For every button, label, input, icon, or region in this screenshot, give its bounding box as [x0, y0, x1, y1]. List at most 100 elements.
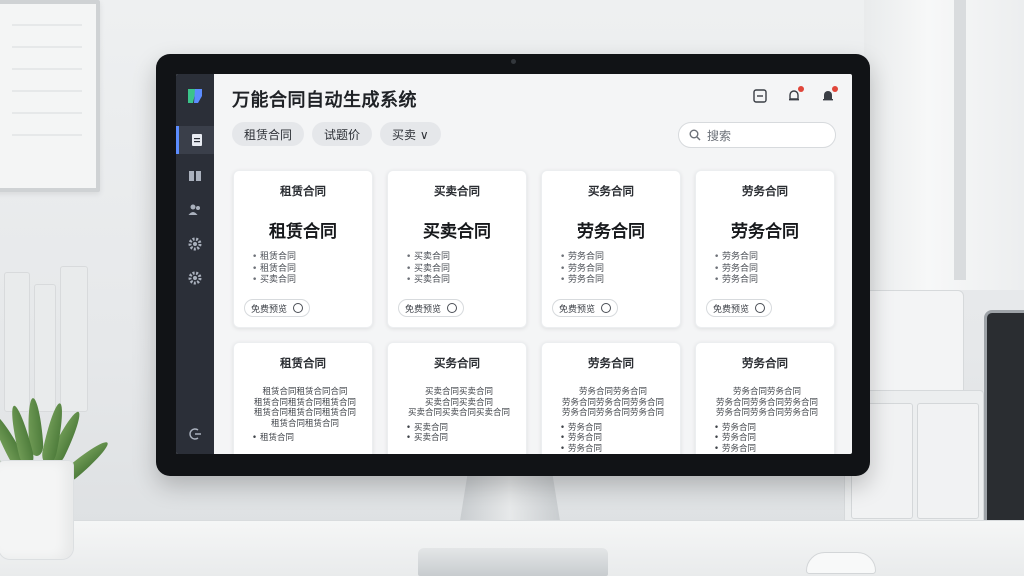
preview-button[interactable]: 免费预览: [244, 299, 311, 317]
search-icon: [689, 129, 701, 141]
body-line: 买卖合同买卖合同: [424, 387, 493, 397]
filter-chips: 租赁合同 试题价 买卖 ∨: [232, 122, 441, 146]
card-title: 劳务合同: [577, 222, 645, 242]
body-line: 租赁合同租赁合同: [270, 418, 339, 429]
clock-icon: [601, 303, 612, 313]
header-actions: [750, 86, 838, 106]
preview-button-label: 免费预览: [251, 304, 288, 315]
clock-icon: [755, 303, 766, 313]
sidebar-item-library[interactable]: [176, 162, 214, 190]
preview-button-label: 免费预览: [405, 304, 442, 315]
clock-icon: [447, 303, 458, 313]
monitor-base: [418, 548, 608, 576]
card-header: 买卖合同: [434, 184, 480, 198]
body-line: 租赁合同租赁合同租赁合同: [253, 397, 356, 408]
list-item: 买卖合同: [406, 264, 526, 276]
list-item: 劳务合同: [560, 444, 666, 455]
list-item: 买卖合同: [406, 433, 512, 444]
sidebar-item-settings[interactable]: [176, 264, 214, 292]
webcam: [511, 59, 516, 64]
settings-icon: [188, 271, 202, 285]
sidebar-item-logout[interactable]: [176, 420, 214, 448]
list-item: 劳务合同: [560, 252, 680, 264]
card-body: 劳务合同劳务合同 劳务合同劳务合同劳务合同 劳务合同劳务合同劳务合同 劳务合同 …: [714, 387, 820, 454]
list-item: 买卖合同: [406, 252, 526, 264]
sidebar-item-documents[interactable]: [176, 126, 214, 154]
preview-button[interactable]: 免费预览: [552, 299, 619, 317]
app-title: 万能合同自动生成系统: [232, 90, 417, 111]
gear-icon: [188, 237, 202, 251]
contract-card[interactable]: 买务合同 劳务合同 劳务合同 劳务合同 劳务合同 免费预览: [541, 170, 681, 328]
list-item: 租赁合同: [252, 252, 372, 264]
card-header: 买务合同: [434, 356, 480, 370]
card-list: 买卖合同 买卖合同 买卖合同: [406, 252, 526, 287]
users-icon: [188, 204, 200, 215]
card-header: 买务合同: [588, 184, 634, 198]
list-item: 劳务合同: [714, 433, 820, 444]
card-header: 劳务合同: [742, 356, 788, 370]
card-title: 劳务合同: [731, 222, 799, 242]
list-item: 劳务合同: [714, 252, 834, 264]
app-screen: 万能合同自动生成系统 租赁合同 试题价 买卖 ∨ 搜索 租赁合同 租赁合同 • …: [176, 74, 852, 454]
card-header: 劳务合同: [588, 356, 634, 370]
contract-card[interactable]: 租赁合同 租赁合同租赁合同合同 租赁合同租赁合同租赁合同 租赁合同租赁合同租赁合…: [233, 342, 373, 454]
minimize-button[interactable]: [750, 86, 770, 106]
notifications-button[interactable]: [784, 86, 804, 106]
contract-card[interactable]: 租赁合同 租赁合同 租赁合同 租赁合同 买卖合同 免费预览: [233, 170, 373, 328]
contract-card[interactable]: 劳务合同 劳务合同劳务合同 劳务合同劳务合同劳务合同 劳务合同劳务合同劳务合同 …: [541, 342, 681, 454]
body-line: 买卖合同买卖合同买卖合同: [407, 408, 510, 418]
list-item: 劳务合同: [714, 444, 820, 455]
wall-picture-frame: [0, 0, 100, 192]
body-line: 劳务合同劳务合同劳务合同: [715, 397, 818, 408]
monitor: 万能合同自动生成系统 租赁合同 试题价 买卖 ∨ 搜索 租赁合同 租赁合同 • …: [156, 54, 870, 476]
list-item: 租赁合同: [252, 264, 372, 276]
card-body: 劳务合同劳务合同 劳务合同劳务合同劳务合同 劳务合同劳务合同劳务合同 劳务合同 …: [560, 387, 666, 454]
contract-card[interactable]: 买务合同 买卖合同买卖合同 买卖合同买卖合同 买卖合同买卖合同买卖合同 买卖合同…: [387, 342, 527, 454]
body-line: 租赁合同租赁合同租赁合同: [253, 408, 356, 418]
bookshelf: [0, 262, 110, 412]
card-header: 劳务合同: [742, 184, 788, 198]
body-line: 劳务合同劳务合同劳务合同: [715, 408, 818, 418]
list-item: 买卖合同: [406, 275, 526, 287]
filter-chip-sales-dropdown[interactable]: 买卖 ∨: [380, 122, 441, 146]
filter-chip-lease[interactable]: 租赁合同: [232, 122, 305, 146]
contract-card[interactable]: 劳务合同 劳务合同 劳务合同 劳务合同 劳务合同 免费预览: [695, 170, 835, 328]
card-header: 租赁合同: [280, 356, 326, 370]
filter-chip-price[interactable]: 试题价: [312, 122, 373, 146]
preview-button-label: 免费预览: [713, 304, 750, 315]
card-title: 买卖合同: [423, 222, 491, 242]
list-item: 买卖合同: [406, 423, 512, 434]
search-placeholder: 搜索: [707, 128, 732, 143]
sidebar: [176, 74, 214, 454]
body-line: 租赁合同租赁合同合同: [262, 387, 348, 397]
window: [864, 0, 1024, 290]
preview-button[interactable]: 免费预览: [398, 299, 465, 317]
list-item: 劳务合同: [560, 264, 680, 276]
document-icon: [191, 134, 202, 146]
list-item: 劳务合同: [560, 423, 666, 434]
list-item: 买卖合同: [252, 275, 372, 287]
search-input[interactable]: 搜索: [678, 122, 836, 148]
preview-button-label: 免费预览: [559, 304, 596, 315]
preview-button[interactable]: 免费预览: [706, 299, 773, 317]
contract-card[interactable]: 劳务合同 劳务合同劳务合同 劳务合同劳务合同劳务合同 劳务合同劳务合同劳务合同 …: [695, 342, 835, 454]
body-line: 劳务合同劳务合同劳务合同: [561, 408, 664, 418]
sidebar-item-users[interactable]: [176, 196, 214, 224]
body-line: 买卖合同买卖合同: [424, 397, 493, 408]
list-item: 劳务合同: [714, 264, 834, 276]
card-list: 劳务合同 劳务合同 劳务合同: [714, 252, 834, 287]
body-line: 劳务合同劳务合同: [578, 387, 647, 397]
computer-mouse: [806, 552, 876, 574]
list-item: 劳务合同: [560, 433, 666, 444]
body-line: 劳务合同劳务合同劳务合同: [561, 397, 664, 408]
clock-icon: [293, 303, 304, 313]
notification-dot: [798, 86, 804, 92]
list-item: 劳务合同: [560, 275, 680, 287]
card-list: 劳务合同 劳务合同 劳务合同: [560, 252, 680, 287]
app-logo-icon: [188, 89, 202, 103]
notification-dot: [832, 86, 838, 92]
alerts-button[interactable]: [818, 86, 838, 106]
contract-card[interactable]: 买卖合同 买卖合同 买卖合同 买卖合同 买卖合同 免费预览: [387, 170, 527, 328]
card-body: 租赁合同租赁合同合同 租赁合同租赁合同租赁合同 租赁合同租赁合同租赁合同 租赁合…: [252, 387, 358, 444]
sidebar-item-config[interactable]: [176, 230, 214, 258]
